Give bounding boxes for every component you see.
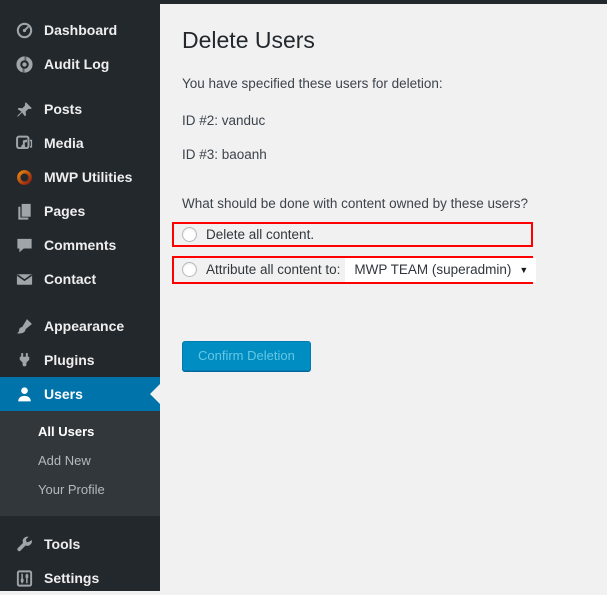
attribute-user-select[interactable]: MWP TEAM (superadmin) ▼ [345, 258, 536, 282]
sidebar-item-label: Settings [44, 570, 99, 586]
page-title: Delete Users [182, 26, 587, 56]
sidebar-item-pages[interactable]: Pages [0, 194, 160, 228]
select-value: MWP TEAM (superadmin) [354, 262, 511, 277]
sidebar-item-label: Plugins [44, 352, 95, 368]
content-question-text: What should be done with content owned b… [182, 196, 587, 211]
active-menu-notch [150, 384, 160, 404]
sidebar-item-audit-log[interactable]: Audit Log [0, 47, 160, 81]
option-label: Attribute all content to: [206, 262, 340, 277]
sidebar-item-label: Posts [44, 101, 82, 117]
sidebar-item-label: Users [44, 386, 83, 402]
sidebar-item-posts[interactable]: Posts [0, 92, 160, 126]
attribute-content-option[interactable]: Attribute all content to: MWP TEAM (supe… [174, 258, 531, 282]
annotation-box-attribute-option: Attribute all content to: MWP TEAM (supe… [172, 256, 533, 284]
sidebar-item-mwp-utilities[interactable]: MWP Utilities [0, 160, 160, 194]
sidebar-item-users[interactable]: Users [0, 377, 160, 411]
wrench-icon [14, 534, 34, 554]
mwp-utilities-ring-icon [14, 167, 34, 187]
pushpin-icon [14, 99, 34, 119]
submenu-item-add-new[interactable]: Add New [0, 446, 160, 475]
sidebar-item-label: Dashboard [44, 22, 117, 38]
user-line: ID #3: baoanh [182, 146, 587, 165]
envelope-icon [14, 269, 34, 289]
sidebar-item-tools[interactable]: Tools [0, 527, 160, 561]
settings-sliders-icon [14, 568, 34, 588]
attribute-content-radio[interactable] [182, 262, 197, 277]
select-caret-icon: ▼ [519, 265, 528, 275]
sidebar-item-label: Tools [44, 536, 80, 552]
user-line: ID #2: vanduc [182, 112, 587, 131]
brush-icon [14, 316, 34, 336]
delete-all-content-radio[interactable] [182, 227, 197, 242]
sidebar-item-appearance[interactable]: Appearance [0, 309, 160, 343]
comment-bubble-icon [14, 235, 34, 255]
users-submenu: All Users Add New Your Profile [0, 411, 160, 516]
pages-icon [14, 201, 34, 221]
sidebar-item-label: Contact [44, 271, 96, 287]
sidebar-item-label: Appearance [44, 318, 124, 334]
sidebar-item-label: Pages [44, 203, 85, 219]
plug-icon [14, 350, 34, 370]
gauge-icon [14, 20, 34, 40]
sidebar-item-settings[interactable]: Settings [0, 561, 160, 595]
sidebar-item-contact[interactable]: Contact [0, 262, 160, 296]
admin-sidebar: Dashboard Audit Log Posts Media MWP Util… [0, 0, 160, 591]
confirm-deletion-button[interactable]: Confirm Deletion [182, 341, 311, 371]
sidebar-item-label: Comments [44, 237, 116, 253]
submenu-item-all-users[interactable]: All Users [0, 417, 160, 446]
deletion-intro-text: You have specified these users for delet… [182, 76, 587, 91]
annotation-box-delete-option: Delete all content. [172, 222, 533, 247]
sidebar-item-label: Audit Log [44, 56, 109, 72]
submenu-item-your-profile[interactable]: Your Profile [0, 475, 160, 504]
sidebar-item-comments[interactable]: Comments [0, 228, 160, 262]
audit-log-icon [14, 54, 34, 74]
sidebar-item-media[interactable]: Media [0, 126, 160, 160]
sidebar-item-plugins[interactable]: Plugins [0, 343, 160, 377]
sidebar-item-label: Media [44, 135, 84, 151]
sidebar-item-label: MWP Utilities [44, 169, 132, 185]
users-icon [14, 384, 34, 404]
media-icon [14, 133, 34, 153]
option-label: Delete all content. [206, 227, 314, 242]
delete-all-content-option[interactable]: Delete all content. [174, 224, 531, 245]
sidebar-item-dashboard[interactable]: Dashboard [0, 13, 160, 47]
main-content: Delete Users You have specified these us… [160, 0, 607, 591]
